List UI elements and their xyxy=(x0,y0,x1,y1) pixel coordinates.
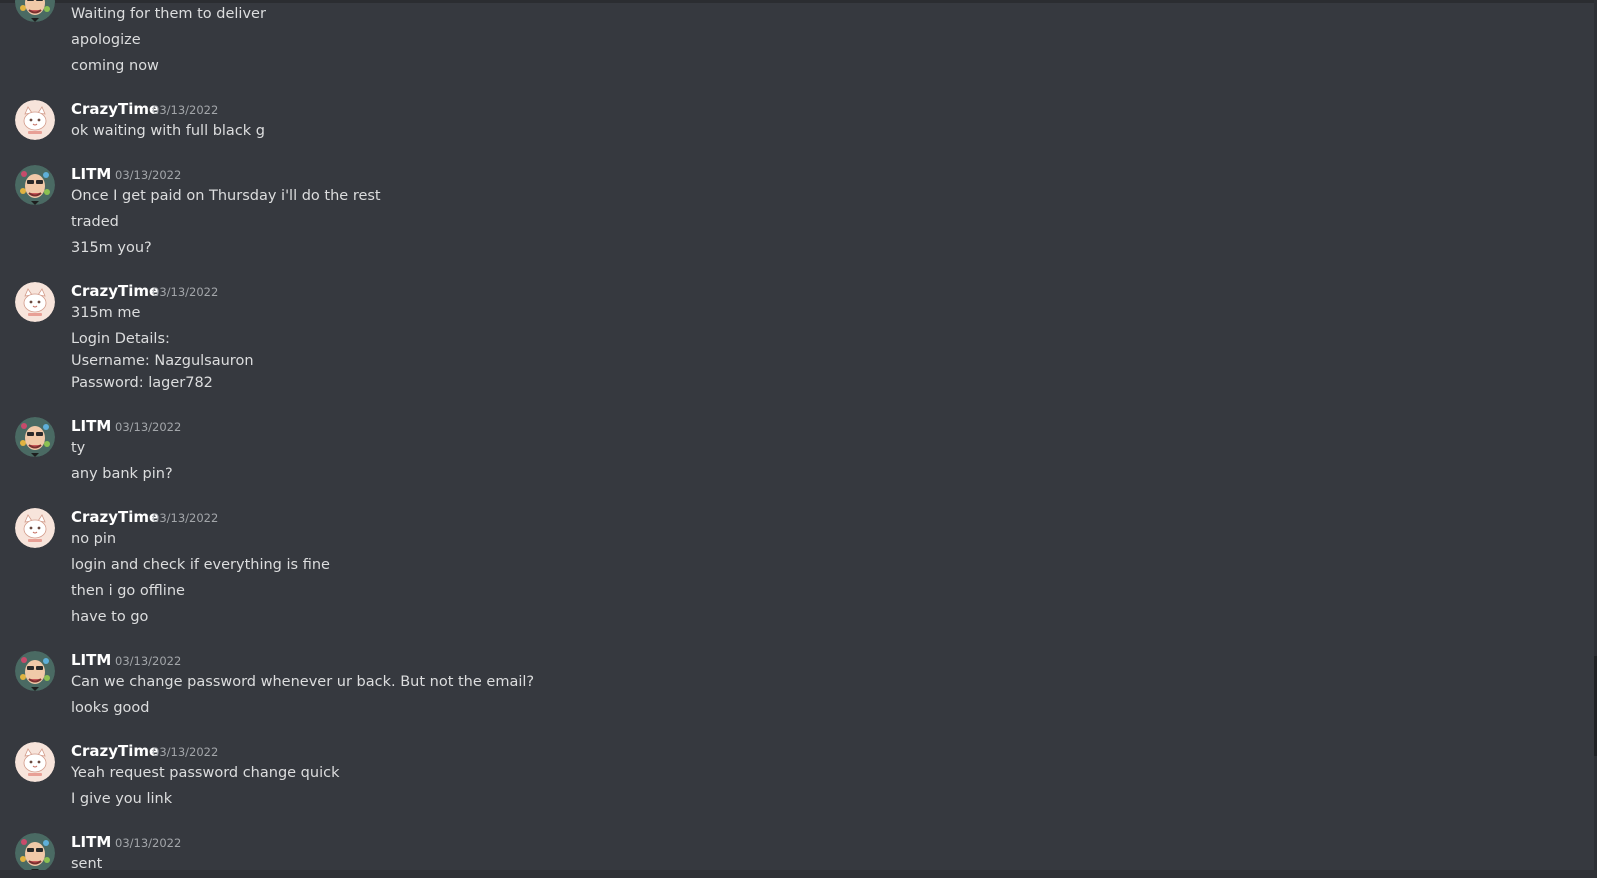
message-line: 315m me xyxy=(71,305,141,321)
message-line: then i go offline xyxy=(71,583,185,599)
bottom-divider xyxy=(0,870,1597,878)
username[interactable]: CrazyTime xyxy=(71,282,159,300)
message-line: Can we change password whenever ur back.… xyxy=(71,674,535,690)
message-timestamp[interactable]: 03/13/2022 xyxy=(152,745,218,759)
message-line: looks good xyxy=(71,700,150,716)
message-line: login and check if everything is fine xyxy=(71,557,330,573)
message-line: any bank pin? xyxy=(71,466,173,482)
message-line: Password: lager782 xyxy=(71,375,213,391)
message-timestamp[interactable]: 03/13/2022 xyxy=(152,285,218,299)
litm-avatar[interactable] xyxy=(15,833,55,873)
litm-avatar[interactable] xyxy=(15,0,55,22)
message-line: apologize xyxy=(71,32,141,48)
message-timestamp[interactable]: 03/13/2022 xyxy=(115,168,181,182)
message-timestamp[interactable]: 03/13/2022 xyxy=(152,511,218,525)
crazytime-avatar[interactable] xyxy=(15,100,55,140)
litm-avatar[interactable] xyxy=(15,417,55,457)
message-line: have to go xyxy=(71,609,149,625)
crazytime-avatar[interactable] xyxy=(15,282,55,322)
message-line: Waiting for them to deliver xyxy=(71,6,266,22)
message-line: Login Details: xyxy=(71,331,170,347)
crazytime-avatar[interactable] xyxy=(15,742,55,782)
message-line: coming now xyxy=(71,58,159,74)
litm-avatar[interactable] xyxy=(15,651,55,691)
litm-avatar[interactable] xyxy=(15,165,55,205)
message-line: ty xyxy=(71,440,86,456)
chat-message-list[interactable]: Waiting for them to deliver apologize co… xyxy=(0,0,1597,878)
message-line: Username: Nazgulsauron xyxy=(71,353,254,369)
top-divider xyxy=(0,0,1597,3)
username[interactable]: LITM xyxy=(71,165,111,183)
message-line: I give you link xyxy=(71,791,173,807)
message-timestamp[interactable]: 03/13/2022 xyxy=(152,103,218,117)
message-line: Yeah request password change quick xyxy=(71,765,340,781)
username[interactable]: LITM xyxy=(71,833,111,851)
message-timestamp[interactable]: 03/13/2022 xyxy=(115,654,181,668)
crazytime-avatar[interactable] xyxy=(15,508,55,548)
username[interactable]: CrazyTime xyxy=(71,508,159,526)
username[interactable]: LITM xyxy=(71,417,111,435)
message-line: traded xyxy=(71,214,119,230)
message-line: no pin xyxy=(71,531,117,547)
message-timestamp[interactable]: 03/13/2022 xyxy=(115,420,181,434)
username[interactable]: CrazyTime xyxy=(71,100,159,118)
username[interactable]: CrazyTime xyxy=(71,742,159,760)
username[interactable]: LITM xyxy=(71,651,111,669)
message-timestamp[interactable]: 03/13/2022 xyxy=(115,836,181,850)
message-line: 315m you? xyxy=(71,240,152,256)
message-line: ok waiting with full black g xyxy=(71,123,266,139)
message-line: Once I get paid on Thursday i'll do the … xyxy=(71,188,381,204)
